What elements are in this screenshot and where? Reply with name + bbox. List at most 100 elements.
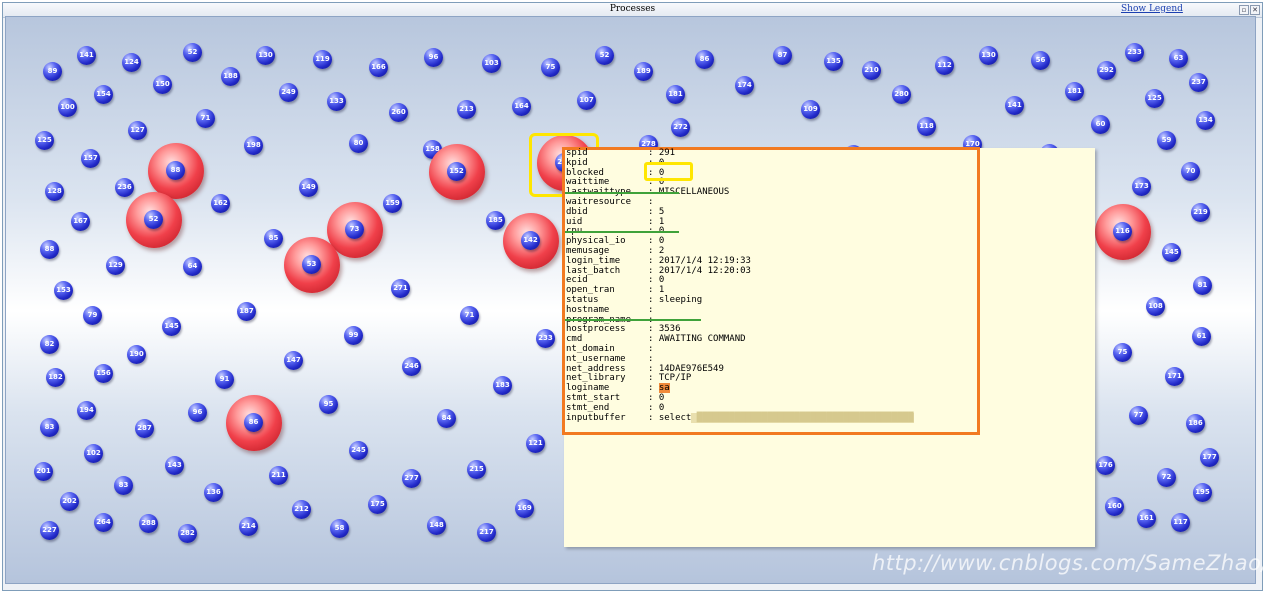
process-node[interactable]: 233	[1125, 43, 1144, 62]
process-node[interactable]: 79	[83, 306, 102, 325]
process-node[interactable]: 159	[383, 194, 402, 213]
process-node[interactable]: 72	[1157, 468, 1176, 487]
process-node[interactable]: 277	[402, 469, 421, 488]
process-node[interactable]: 75	[541, 58, 560, 77]
process-node[interactable]: 156	[94, 364, 113, 383]
process-node[interactable]: 75	[1113, 343, 1132, 362]
process-node[interactable]: 109	[801, 100, 820, 119]
process-node[interactable]: 87	[773, 46, 792, 65]
process-node[interactable]: 130	[979, 46, 998, 65]
process-node[interactable]: 77	[1129, 406, 1148, 425]
active-process-node[interactable]: 142	[503, 213, 559, 269]
process-node[interactable]: 71	[460, 306, 479, 325]
process-node[interactable]: 227	[40, 521, 59, 540]
process-node[interactable]: 260	[389, 103, 408, 122]
process-node[interactable]: 95	[319, 395, 338, 414]
process-node[interactable]: 130	[256, 46, 275, 65]
process-node[interactable]: 249	[279, 83, 298, 102]
process-node[interactable]: 129	[106, 256, 125, 275]
process-node[interactable]: 162	[211, 194, 230, 213]
process-node[interactable]: 108	[1146, 297, 1165, 316]
process-node[interactable]: 237	[1189, 73, 1208, 92]
process-node[interactable]: 282	[178, 524, 197, 543]
process-node[interactable]: 118	[917, 117, 936, 136]
process-node[interactable]: 215	[467, 460, 486, 479]
process-node[interactable]: 103	[482, 54, 501, 73]
process-node[interactable]: 96	[424, 48, 443, 67]
process-node[interactable]: 82	[40, 335, 59, 354]
process-node[interactable]: 125	[35, 131, 54, 150]
process-node[interactable]: 186	[1186, 414, 1205, 433]
process-node[interactable]: 58	[330, 519, 349, 538]
process-node[interactable]: 128	[45, 182, 64, 201]
process-node[interactable]: 125	[1145, 89, 1164, 108]
process-node[interactable]: 141	[77, 46, 96, 65]
process-node[interactable]: 198	[244, 136, 263, 155]
process-node[interactable]: 166	[369, 58, 388, 77]
process-node[interactable]: 145	[162, 317, 181, 336]
process-node[interactable]: 60	[1091, 115, 1110, 134]
process-node[interactable]: 201	[34, 462, 53, 481]
process-node[interactable]: 127	[128, 121, 147, 140]
active-process-node[interactable]: 52	[126, 192, 182, 248]
process-node[interactable]: 147	[284, 351, 303, 370]
active-process-node[interactable]: 53	[284, 237, 340, 293]
process-node[interactable]: 194	[77, 401, 96, 420]
process-node[interactable]: 148	[427, 516, 446, 535]
process-node[interactable]: 136	[204, 483, 223, 502]
process-node[interactable]: 81	[1193, 276, 1212, 295]
process-node[interactable]: 167	[71, 212, 90, 231]
process-node[interactable]: 171	[1165, 367, 1184, 386]
process-node[interactable]: 160	[1105, 497, 1124, 516]
process-node[interactable]: 83	[40, 418, 59, 437]
process-node[interactable]: 280	[892, 85, 911, 104]
process-node[interactable]: 292	[1097, 61, 1116, 80]
process-node[interactable]: 135	[824, 52, 843, 71]
active-process-node[interactable]: 88	[148, 143, 204, 199]
process-node[interactable]: 181	[666, 85, 685, 104]
process-node[interactable]: 107	[577, 91, 596, 110]
process-node[interactable]: 124	[122, 53, 141, 72]
process-node[interactable]: 195	[1193, 483, 1212, 502]
process-node[interactable]: 89	[43, 62, 62, 81]
process-node[interactable]: 185	[486, 211, 505, 230]
process-node[interactable]: 84	[437, 409, 456, 428]
active-process-node[interactable]: 86	[226, 395, 282, 451]
process-node[interactable]: 145	[1162, 243, 1181, 262]
process-node[interactable]: 71	[196, 109, 215, 128]
process-node[interactable]: 213	[457, 100, 476, 119]
process-node[interactable]: 133	[327, 92, 346, 111]
process-node[interactable]: 246	[402, 357, 421, 376]
process-node[interactable]: 288	[139, 514, 158, 533]
process-node[interactable]: 153	[54, 281, 73, 300]
process-node[interactable]: 174	[735, 76, 754, 95]
active-process-node[interactable]: 152	[429, 144, 485, 200]
process-node[interactable]: 150	[153, 75, 172, 94]
process-node[interactable]: 271	[391, 279, 410, 298]
process-node[interactable]: 63	[1169, 49, 1188, 68]
process-node[interactable]: 102	[84, 444, 103, 463]
process-node[interactable]: 52	[595, 46, 614, 65]
process-node[interactable]: 112	[935, 56, 954, 75]
process-node[interactable]: 99	[344, 326, 363, 345]
process-node[interactable]: 59	[1157, 131, 1176, 150]
process-node[interactable]: 211	[269, 466, 288, 485]
process-node[interactable]: 175	[368, 495, 387, 514]
process-node[interactable]: 182	[46, 368, 65, 387]
process-node[interactable]: 83	[114, 476, 133, 495]
process-node[interactable]: 173	[1132, 177, 1151, 196]
process-node[interactable]: 245	[349, 441, 368, 460]
process-node[interactable]: 157	[81, 149, 100, 168]
process-node[interactable]: 88	[40, 240, 59, 259]
process-node[interactable]: 181	[1065, 82, 1084, 101]
process-node[interactable]: 91	[215, 370, 234, 389]
process-node[interactable]: 187	[237, 302, 256, 321]
process-node[interactable]: 64	[183, 257, 202, 276]
process-node[interactable]: 70	[1181, 162, 1200, 181]
process-node[interactable]: 202	[60, 492, 79, 511]
show-legend-link[interactable]: Show Legend	[1121, 4, 1183, 14]
process-node[interactable]: 143	[165, 456, 184, 475]
process-node[interactable]: 121	[526, 434, 545, 453]
process-node[interactable]: 134	[1196, 111, 1215, 130]
process-node[interactable]: 117	[1171, 513, 1190, 532]
